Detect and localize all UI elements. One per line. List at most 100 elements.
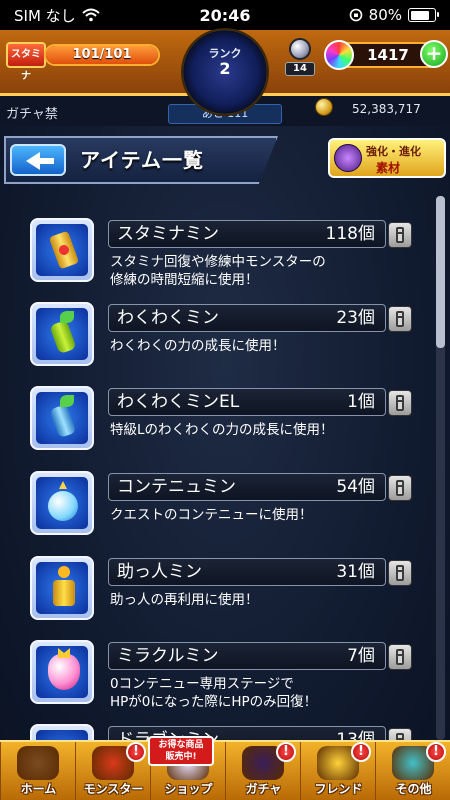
clock: 20:46 — [199, 5, 251, 25]
item-name-bar: わくわくミンEL 1個 — [108, 388, 386, 416]
item-info-button[interactable] — [388, 644, 412, 670]
wifi-icon — [81, 8, 100, 22]
item-name: 助っ人ミン — [117, 562, 202, 582]
miracle-heart-icon — [36, 646, 88, 698]
home-icon — [17, 746, 59, 780]
nav-alert-badge: ! — [276, 742, 296, 762]
nav-label: モンスター — [83, 782, 144, 796]
item-row[interactable]: ミラクルミン 7個 0コンテニュー専用ステージで HPが0になった際にHPのみ回復！ — [10, 640, 430, 716]
item-name-bar: ミラクルミン 7個 — [108, 642, 386, 670]
nav-label: ガチャ — [245, 782, 282, 796]
scrollbar[interactable] — [436, 196, 445, 740]
item-info-button[interactable] — [388, 222, 412, 248]
shop-promo-badge: お得な商品 販売中! — [148, 736, 214, 766]
stamina-bar[interactable]: 101/101 — [44, 44, 160, 66]
item-info-button[interactable] — [388, 390, 412, 416]
item-count: 7個 — [347, 646, 375, 666]
item-info-button[interactable] — [388, 306, 412, 332]
promo-line2: 販売中! — [165, 752, 197, 762]
item-count: 13個 — [336, 730, 375, 740]
nav-tab-3[interactable]: ガチャ! — [225, 742, 300, 800]
item-thumbnail[interactable] — [30, 386, 94, 450]
item-description: 0コンテニュー専用ステージで HPが0になった際にHPのみ回復！ — [110, 676, 318, 710]
item-count: 23個 — [336, 308, 375, 328]
info-icon — [396, 311, 404, 327]
nav-label: ショップ — [164, 782, 213, 796]
stamina-value: 101/101 — [72, 47, 132, 62]
gacha-ban-label: ガチャ禁 — [6, 107, 58, 122]
continue-orb-icon — [36, 477, 88, 529]
carrier-group: SIM なし — [14, 5, 164, 26]
item-info-button[interactable] — [388, 728, 412, 740]
nav-tab-0[interactable]: ホーム — [0, 742, 75, 800]
item-name-bar: 助っ人ミン 31個 — [108, 558, 386, 586]
item-description: わくわくの力の成長に使用！ — [110, 338, 286, 354]
bottom-nav: ホーム モンスター! ショップ ガチャ! フレンド! その他! — [0, 740, 450, 800]
nav-label: その他 — [395, 782, 432, 796]
item-description: 特級Lのわくわくの力の成長に使用！ — [110, 422, 334, 438]
gem-count: 14 — [285, 62, 315, 76]
nav-tab-5[interactable]: その他! — [375, 742, 450, 800]
info-icon — [396, 649, 404, 665]
item-thumbnail[interactable] — [30, 640, 94, 704]
coin-icon — [315, 98, 333, 116]
item-row[interactable]: コンテニュミン 54個 クエストのコンテニューに使用！ — [10, 471, 430, 547]
helper-jar-icon — [36, 562, 88, 614]
nav-tab-1[interactable]: モンスター! — [75, 742, 150, 800]
item-name: わくわくミンEL — [117, 392, 240, 412]
item-description: クエストのコンテニューに使用！ — [110, 507, 313, 523]
back-button[interactable] — [10, 144, 66, 176]
gem-box[interactable]: 14 — [284, 38, 316, 78]
nav-alert-badge: ! — [126, 742, 146, 762]
item-thumbnail[interactable] — [30, 302, 94, 366]
item-name: ミラクルミン — [117, 646, 219, 666]
rotation-lock-icon — [349, 8, 362, 22]
stamina-tag: スタミナ — [6, 42, 46, 82]
coin-count: 52,383,717 — [352, 102, 421, 116]
nav-alert-badge: ! — [426, 742, 446, 762]
item-row[interactable]: わくわくミンEL 1個 特級Lのわくわくの力の成長に使用！ — [10, 386, 430, 462]
nav-label: フレンド — [314, 782, 363, 796]
waku-el-bottle-icon — [36, 392, 88, 444]
info-icon — [396, 733, 404, 740]
item-count: 1個 — [347, 392, 375, 412]
enhance-label-top: 強化・進化 — [366, 145, 421, 158]
carrier-label: SIM なし — [14, 6, 76, 25]
item-thumbnail[interactable] — [30, 218, 94, 282]
waku-bottle-icon — [36, 308, 88, 360]
item-name-bar: スタミナミン 118個 — [108, 220, 386, 248]
partial-item-icon — [36, 730, 88, 740]
item-row[interactable]: ドラゴンミン 13個 — [10, 724, 430, 740]
item-name-bar: わくわくミン 23個 — [108, 304, 386, 332]
item-name: スタミナミン — [117, 224, 219, 244]
item-thumbnail[interactable] — [30, 556, 94, 620]
item-name: コンテニュミン — [117, 477, 236, 497]
orb-icon — [324, 40, 354, 70]
enhance-material-icon — [334, 144, 362, 172]
item-row[interactable]: わくわくミン 23個わくわくの力の成長に使用！ — [10, 302, 430, 378]
item-row[interactable]: 助っ人ミン 31個助っ人の再利用に使用！ — [10, 556, 430, 632]
rank-badge[interactable]: ランク 2 — [181, 28, 269, 116]
item-row[interactable]: スタミナミン 118個スタミナ回復や修練中モンスターの 修練の時間短縮に使用！ — [10, 218, 430, 294]
item-count: 118個 — [325, 224, 375, 244]
item-count: 31個 — [336, 562, 375, 582]
orb-count: 1417 — [367, 46, 409, 64]
nav-tab-4[interactable]: フレンド! — [300, 742, 375, 800]
title-bar: アイテム一覧 強化・進化 素材 — [0, 134, 450, 188]
item-list[interactable]: スタミナミン 118個スタミナ回復や修練中モンスターの 修練の時間短縮に使用！ わく… — [10, 196, 430, 740]
item-description: スタミナ回復や修練中モンスターの 修練の時間短縮に使用！ — [110, 254, 326, 288]
item-description: 助っ人の再利用に使用！ — [110, 592, 259, 608]
battery-percent: 80% — [368, 6, 402, 24]
item-list-screen: SIM なし 20:46 80% スタミナ 101/101 14 1417 + … — [0, 0, 450, 800]
scrollbar-thumb[interactable] — [436, 196, 445, 348]
item-thumbnail[interactable] — [30, 724, 94, 740]
gem-icon — [289, 38, 311, 60]
buy-orb-button[interactable]: + — [420, 40, 448, 68]
orb-counter[interactable]: 1417 + — [324, 40, 448, 70]
enhance-label-bottom: 素材 — [376, 161, 401, 175]
enhance-material-button[interactable]: 強化・進化 素材 — [328, 138, 446, 178]
item-info-button[interactable] — [388, 475, 412, 501]
item-thumbnail[interactable] — [30, 471, 94, 535]
item-info-button[interactable] — [388, 560, 412, 586]
status-bar: SIM なし 20:46 80% — [0, 0, 450, 30]
